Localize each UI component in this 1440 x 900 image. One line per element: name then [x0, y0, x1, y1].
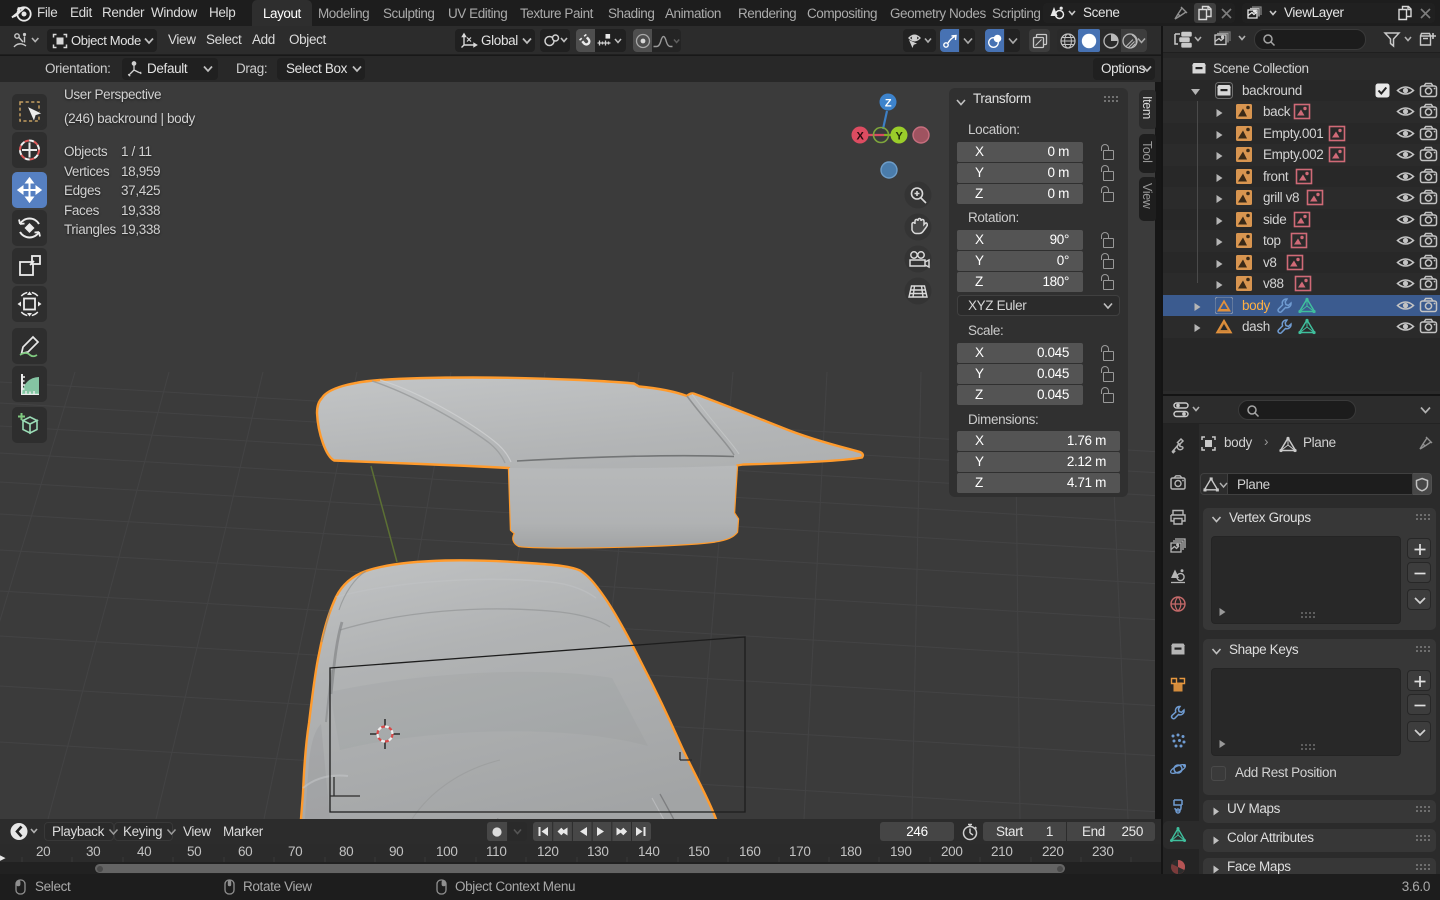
svg-text:Y: Y [896, 131, 904, 143]
svg-text:X: X [857, 131, 865, 143]
svg-text:Z: Z [885, 98, 892, 110]
